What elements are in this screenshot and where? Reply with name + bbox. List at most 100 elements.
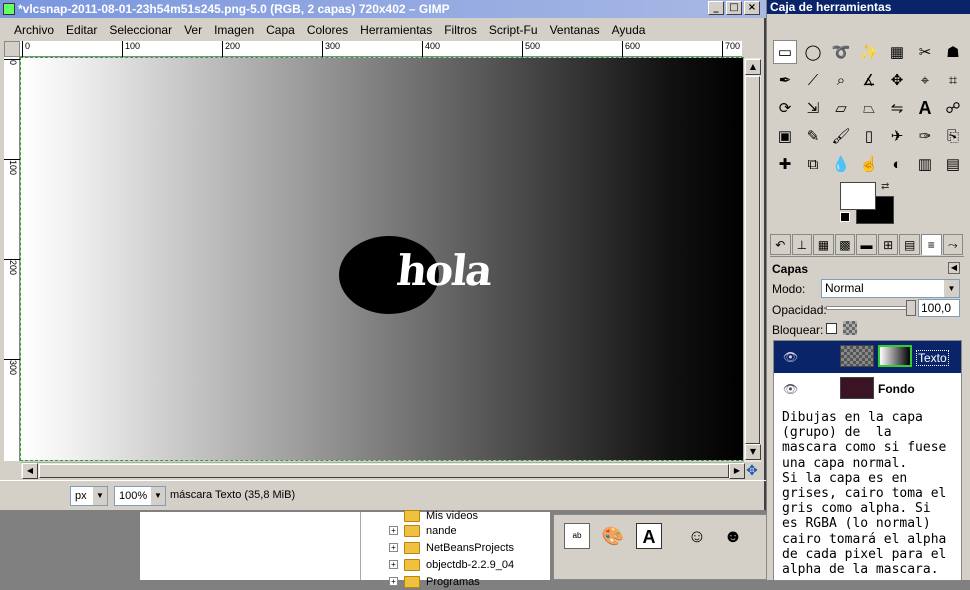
clone-icon[interactable]: ⎘: [941, 124, 965, 148]
smiley-icon[interactable]: ☺: [684, 523, 710, 549]
scroll-left-button[interactable]: ◀: [22, 463, 38, 479]
align-icon[interactable]: ⌖: [913, 68, 937, 92]
layer-row-fondo[interactable]: 👁 Fondo: [774, 373, 961, 405]
tab-tool-options[interactable]: ↶: [770, 234, 791, 255]
menu-imagen[interactable]: Imagen: [208, 23, 260, 37]
opacity-input[interactable]: 100,0: [918, 299, 960, 317]
layer-name[interactable]: Fondo: [878, 382, 915, 396]
scissors-icon[interactable]: ✂: [913, 40, 937, 64]
vertical-scrollbar[interactable]: ▲ ▼: [743, 58, 761, 462]
zoom-icon[interactable]: ⌕: [829, 68, 853, 92]
tree-row[interactable]: + Programas: [389, 573, 480, 590]
text-tool-icon[interactable]: A: [913, 96, 937, 120]
expander-icon[interactable]: +: [389, 543, 398, 552]
tree-row[interactable]: + NetBeansProjects: [389, 539, 514, 556]
tab-brushes[interactable]: ▬: [856, 234, 877, 255]
menu-filtros[interactable]: Filtros: [438, 23, 483, 37]
window-titlebar[interactable]: *vlcsnap-2011-08-01-23h54m51s245.png-5.0…: [0, 0, 766, 18]
file-tree[interactable]: Mis videos + nande + NetBeansProjects + …: [360, 509, 550, 588]
smiley-alt-icon[interactable]: ☻: [720, 523, 746, 549]
eraser-icon[interactable]: ▯: [857, 124, 881, 148]
minimize-button[interactable]: _: [708, 1, 724, 15]
menu-script-fu[interactable]: Script-Fu: [483, 23, 544, 37]
ink-icon[interactable]: ✑: [913, 124, 937, 148]
zoom-select[interactable]: 100% ▼: [114, 486, 166, 506]
cage-icon[interactable]: ☍: [941, 96, 965, 120]
expander-icon[interactable]: +: [389, 560, 398, 569]
swap-colors-icon[interactable]: ⇄: [881, 181, 889, 192]
navigate-icon[interactable]: ✥: [743, 462, 761, 478]
expander-icon[interactable]: +: [389, 526, 398, 535]
mode-select[interactable]: Normal ▼: [821, 279, 960, 298]
menu-editar[interactable]: Editar: [60, 23, 103, 37]
tab-paths[interactable]: ⤳: [942, 234, 964, 255]
bucket-fill-icon[interactable]: ▣: [773, 124, 797, 148]
ellipse-select-icon[interactable]: ◯: [801, 40, 825, 64]
close-button[interactable]: ×: [744, 1, 760, 15]
menu-herramientas[interactable]: Herramientas: [354, 23, 438, 37]
menu-ver[interactable]: Ver: [178, 23, 208, 37]
dodge-burn-icon[interactable]: ◐: [885, 152, 909, 176]
perspective-icon[interactable]: ⏢: [857, 96, 881, 120]
lasso-icon[interactable]: ➰: [829, 40, 853, 64]
color-select-icon[interactable]: ▦: [885, 40, 909, 64]
tab-colors[interactable]: ▦: [813, 234, 834, 255]
maximize-button[interactable]: □: [726, 1, 742, 15]
blur-icon[interactable]: 💧: [829, 152, 853, 176]
foreground-color-swatch[interactable]: [840, 182, 876, 210]
scale-icon[interactable]: ⇲: [801, 96, 825, 120]
tree-row[interactable]: + objectdb-2.2.9_04: [389, 556, 514, 573]
scroll-up-button[interactable]: ▲: [745, 59, 761, 75]
font-icon[interactable]: A: [636, 523, 662, 549]
horizontal-scroll-thumb[interactable]: [39, 464, 729, 478]
crop-icon[interactable]: ⌗: [941, 68, 965, 92]
scroll-down-button[interactable]: ▼: [745, 444, 761, 460]
perspective-clone-icon[interactable]: ⧉: [801, 152, 825, 176]
heal-icon[interactable]: ✚: [773, 152, 797, 176]
horizontal-ruler[interactable]: 0 100 200 300 400 500 600 700: [20, 41, 742, 57]
image-canvas[interactable]: hola: [20, 57, 744, 461]
menu-seleccionar[interactable]: Seleccionar: [103, 23, 178, 37]
ruler-corner[interactable]: [4, 41, 20, 57]
menu-ayuda[interactable]: Ayuda: [606, 23, 652, 37]
color-picker-icon[interactable]: ⟋: [801, 68, 825, 92]
flip-icon[interactable]: ⇋: [885, 96, 909, 120]
visibility-eye-icon[interactable]: 👁: [783, 350, 798, 364]
rect-select-icon[interactable]: ▭: [773, 40, 797, 64]
tab-patterns[interactable]: ⊞: [877, 234, 899, 255]
tab-device-status[interactable]: ⊥: [791, 234, 813, 255]
opacity-slider-handle[interactable]: [906, 300, 916, 316]
airbrush-icon[interactable]: ✈: [885, 124, 909, 148]
vertical-ruler[interactable]: 0 100 200 300: [4, 57, 20, 461]
curves-icon[interactable]: ▤: [941, 152, 965, 176]
lock-alpha-icon[interactable]: [843, 321, 857, 335]
vertical-scroll-thumb[interactable]: [745, 76, 760, 444]
layer-mask-thumbnail[interactable]: [878, 345, 912, 367]
tab-channels[interactable]: ▩: [834, 234, 856, 255]
smudge-icon[interactable]: ☝: [857, 152, 881, 176]
default-colors-icon[interactable]: [840, 212, 850, 222]
tab-layers[interactable]: ≡: [920, 234, 942, 255]
visibility-eye-icon[interactable]: 👁: [783, 382, 798, 396]
menu-colores[interactable]: Colores: [301, 23, 354, 37]
dialog-menu-icon[interactable]: ◀: [948, 262, 960, 274]
layer-row-texto[interactable]: 👁 Texto: [774, 341, 961, 373]
menu-capa[interactable]: Capa: [260, 23, 301, 37]
menu-archivo[interactable]: Archivo: [8, 23, 60, 37]
pencil-icon[interactable]: ✎: [801, 124, 825, 148]
palette-icon[interactable]: 🎨: [600, 523, 626, 549]
paintbrush-icon[interactable]: 🖌: [829, 124, 853, 148]
horizontal-scrollbar[interactable]: ◀ ▶: [21, 462, 745, 479]
paths-icon[interactable]: ✒: [773, 68, 797, 92]
move-icon[interactable]: ✥: [885, 68, 909, 92]
shear-icon[interactable]: ▱: [829, 96, 853, 120]
fuzzy-select-icon[interactable]: ✨: [857, 40, 881, 64]
unit-select[interactable]: px ▼: [70, 486, 108, 506]
tree-row[interactable]: + nande: [389, 522, 457, 539]
expander-icon[interactable]: +: [389, 577, 398, 586]
menu-ventanas[interactable]: Ventanas: [544, 23, 606, 37]
tab-gradients[interactable]: ▤: [899, 234, 920, 255]
lock-pixels-checkbox[interactable]: [826, 323, 837, 334]
gradient-icon[interactable]: ▥: [913, 152, 937, 176]
opacity-slider[interactable]: [826, 306, 912, 310]
